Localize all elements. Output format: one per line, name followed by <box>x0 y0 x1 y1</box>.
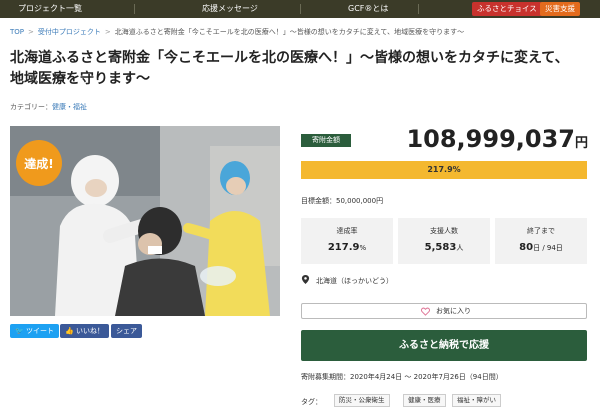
nav-project-list[interactable]: プロジェクト一覧 <box>18 3 82 14</box>
stat-unit: 人 <box>456 244 464 252</box>
donate-button[interactable]: ふるさと納税で応援 <box>301 330 587 361</box>
donation-amount-label: 寄附金額 <box>301 134 351 147</box>
stat-number: 217.9 <box>327 242 360 253</box>
furusato-choice-button[interactable]: ふるさとチョイス <box>472 2 542 16</box>
breadcrumb-current: 北海道ふるさと寄附金「今こそエールを北の医療へ！」〜皆様の想いをカタチに変えて、… <box>114 28 465 36</box>
breadcrumb-separator: > <box>28 28 34 36</box>
breadcrumb-active-projects[interactable]: 受付中プロジェクト <box>38 28 101 36</box>
breadcrumb: TOP > 受付中プロジェクト > 北海道ふるさと寄附金「今こそエールを北の医療へ！」〜… <box>10 27 464 37</box>
stat-label: 終了まで <box>527 227 555 235</box>
tweet-label: ツイート <box>25 327 54 335</box>
map-pin-icon <box>301 275 310 284</box>
tweet-button[interactable]: 🐦 ツイート <box>10 324 59 338</box>
stats-row: 達成率 217.9% 支援人数 5,583人 終了まで 80日 / 94日 <box>301 218 587 264</box>
thumbs-up-icon: 👍 <box>65 327 74 335</box>
heart-icon <box>421 307 430 316</box>
favorite-button[interactable]: お気に入り <box>301 303 587 319</box>
share-button[interactable]: シェア <box>111 324 142 338</box>
nav-about-gcf[interactable]: GCF®とは <box>348 3 388 14</box>
favorite-label: お気に入り <box>436 307 471 315</box>
project-photo: 達成! <box>10 126 280 316</box>
progress-percent: 217.9% <box>427 165 461 174</box>
tags-label: タグ： <box>301 398 322 406</box>
category-line: カテゴリー：健康・福祉 <box>10 102 87 112</box>
stat-days-remaining: 終了まで 80日 / 94日 <box>495 218 587 264</box>
breadcrumb-top[interactable]: TOP <box>10 28 24 36</box>
category-link[interactable]: 健康・福祉 <box>52 103 87 111</box>
top-nav-bar: プロジェクト一覧 応援メッセージ GCF®とは ふるさとチョイス 災害支援 <box>0 0 600 18</box>
stat-unit: 日 / 94日 <box>533 244 563 252</box>
progress-bar: 217.9% <box>301 161 587 179</box>
stat-label: 支援人数 <box>430 227 458 235</box>
location-name[interactable]: 北海道（ほっかいどう） <box>316 277 393 285</box>
breadcrumb-separator: > <box>104 28 111 36</box>
nav-divider <box>418 4 419 14</box>
donation-amount: 108,999,037円 <box>406 125 588 153</box>
donation-period: 寄附募集期間：2020年4月24日 〜 2020年7月26日（94日間） <box>301 373 503 381</box>
stat-achievement-rate: 達成率 217.9% <box>301 218 393 264</box>
target-amount: 目標金額：50,000,000円 <box>301 197 384 205</box>
stat-number: 80 <box>519 242 534 253</box>
nav-divider <box>300 4 301 14</box>
category-label: カテゴリー： <box>10 103 52 111</box>
stat-value: 217.9% <box>301 242 393 253</box>
tag-welfare-disability[interactable]: 福祉・障がい <box>452 394 501 407</box>
stat-supporters: 支援人数 5,583人 <box>398 218 490 264</box>
stat-value: 80日 / 94日 <box>495 242 587 253</box>
donation-amount-unit: 円 <box>574 136 588 151</box>
stat-label: 達成率 <box>336 227 358 235</box>
tag-health-medical[interactable]: 健康・医療 <box>403 394 446 407</box>
like-button[interactable]: 👍 いいね！ <box>60 324 109 338</box>
page-title: 北海道ふるさと寄附金「今こそエールを北の医療へ！」〜皆様の想いをカタチに変えて、… <box>10 50 569 87</box>
achieved-badge: 達成! <box>16 140 62 186</box>
location: 北海道（ほっかいどう） <box>301 275 393 286</box>
nav-support-messages[interactable]: 応援メッセージ <box>202 3 258 14</box>
stat-number: 5,583 <box>424 242 457 253</box>
like-label: いいね！ <box>75 327 104 335</box>
donation-amount-value: 108,999,037 <box>406 125 575 153</box>
nav-divider <box>134 4 135 14</box>
stat-value: 5,583人 <box>398 242 490 253</box>
tag-disaster-prevention[interactable]: 防災・公衆衛生 <box>334 394 390 407</box>
stat-unit: % <box>359 244 367 252</box>
twitter-icon: 🐦 <box>15 327 24 335</box>
disaster-support-button[interactable]: 災害支援 <box>540 2 580 16</box>
